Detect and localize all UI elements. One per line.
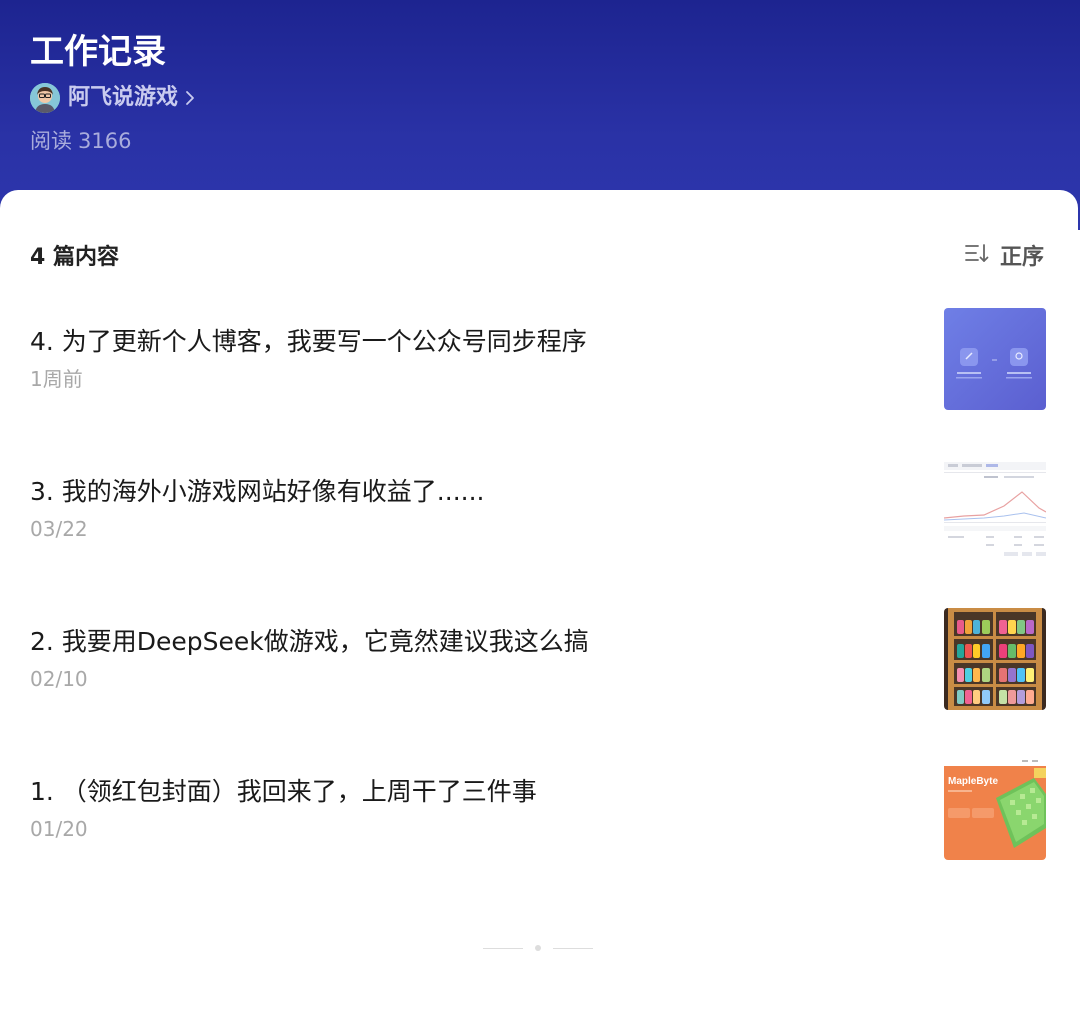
- article-date: 03/22: [30, 517, 88, 541]
- pager-line-right: [553, 947, 593, 949]
- author-link[interactable]: 阿飞说游戏: [30, 82, 196, 114]
- list-header: 4 篇内容 正序: [30, 238, 1044, 272]
- sort-icon: [964, 241, 990, 269]
- collection-title: 工作记录: [30, 32, 166, 72]
- article-thumbnail: [944, 458, 1046, 560]
- article-thumbnail: [944, 608, 1046, 710]
- author-avatar: [30, 83, 60, 113]
- article-title: 2. 我要用DeepSeek做游戏，它竟然建议我这么搞: [30, 627, 589, 656]
- pager-line-left: [483, 947, 523, 949]
- list-item[interactable]: 3. 我的海外小游戏网站好像有收益了...... 03/22: [30, 458, 1046, 560]
- article-date: 02/10: [30, 667, 88, 691]
- article-count: 4 篇内容: [30, 245, 119, 270]
- author-name: 阿飞说游戏: [68, 85, 179, 110]
- article-date: 01/20: [30, 817, 88, 841]
- article-thumbnail: [944, 308, 1046, 410]
- article-title: 4. 为了更新个人博客，我要写一个公众号同步程序: [30, 327, 587, 356]
- sort-label: 正序: [999, 245, 1044, 270]
- article-date: 1周前: [30, 367, 83, 391]
- article-title: 1. （领红包封面）我回来了，上周干了三件事: [30, 777, 537, 806]
- thumb-brand-text: MapleByte: [948, 776, 998, 787]
- list-item[interactable]: 4. 为了更新个人博客，我要写一个公众号同步程序 1周前: [30, 308, 1046, 410]
- read-number: 3166: [78, 129, 132, 153]
- sort-order-button[interactable]: 正序: [964, 239, 1044, 271]
- pager-dot: [535, 945, 541, 951]
- pagination-indicator: [483, 942, 593, 954]
- list-item[interactable]: 1. （领红包封面）我回来了，上周干了三件事 01/20 MapleByte: [30, 758, 1046, 860]
- article-title: 3. 我的海外小游戏网站好像有收益了......: [30, 477, 485, 506]
- read-count: 阅读 3166: [30, 126, 131, 156]
- chevron-right-icon: [184, 89, 196, 107]
- list-item[interactable]: 2. 我要用DeepSeek做游戏，它竟然建议我这么搞 02/10: [30, 608, 1046, 710]
- content-card: 4 篇内容 正序 4. 为了更新个人博客，我要写一个公众号同步程序 1周前 3.…: [0, 190, 1078, 1013]
- read-label: 阅读: [30, 129, 72, 153]
- article-thumbnail: MapleByte: [944, 758, 1046, 860]
